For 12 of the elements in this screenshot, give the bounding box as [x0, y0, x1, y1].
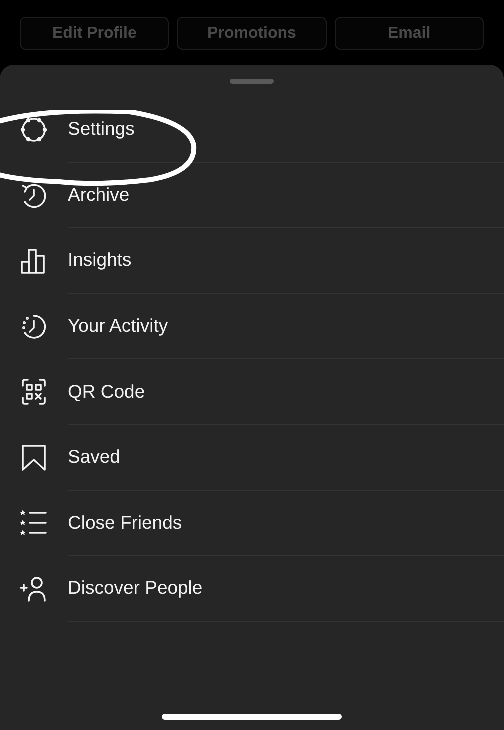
menu-item[interactable]: Discover People: [68, 577, 203, 600]
star-list-icon: [19, 508, 49, 538]
menu-item[interactable]: Close Friends: [68, 512, 182, 534]
menu-item[interactable]: QR Code: [68, 380, 146, 403]
menu-item[interactable]: Archive: [68, 184, 130, 206]
menu-item[interactable]: Saved: [68, 446, 120, 468]
menu-item[interactable]: Settings: [68, 118, 135, 140]
menu-item[interactable]: Insights: [68, 249, 132, 272]
bookmark-icon: [19, 442, 49, 473]
menu-item[interactable]: Your Activity: [68, 315, 168, 338]
qr-code-icon: [19, 377, 49, 408]
drag-handle[interactable]: [230, 79, 274, 84]
